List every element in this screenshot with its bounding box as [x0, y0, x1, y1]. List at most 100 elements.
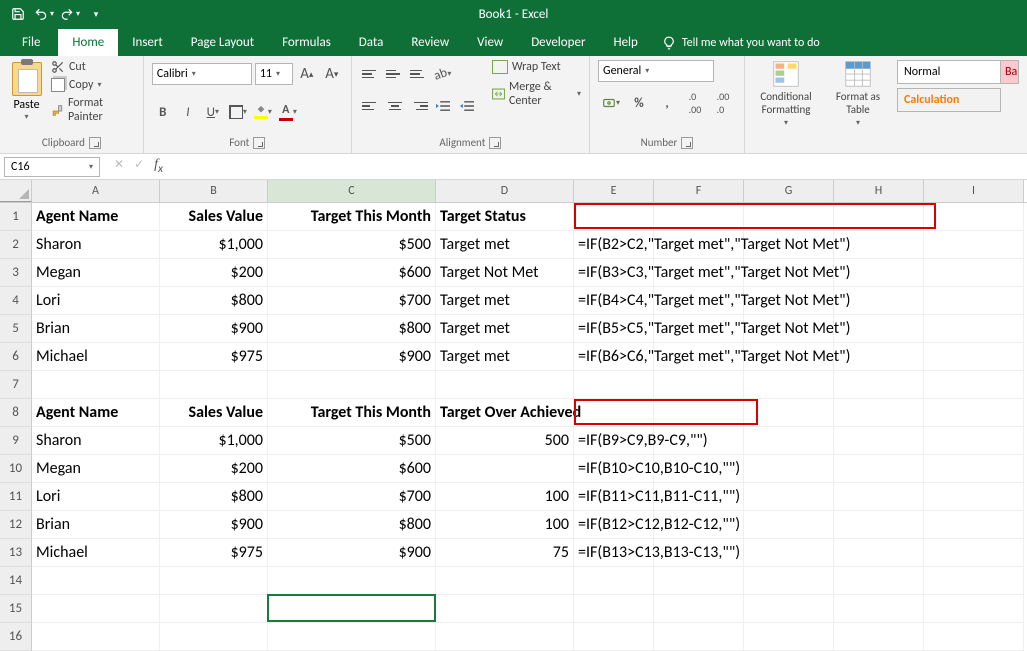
cell-C16[interactable]: [268, 623, 436, 651]
fill-color-button[interactable]: ▾: [252, 101, 274, 123]
cell-E12[interactable]: =IF(B12>C12,B12-C12,""): [574, 511, 654, 539]
cell-F15[interactable]: [654, 595, 744, 623]
column-header-E[interactable]: E: [574, 180, 654, 202]
align-middle-button[interactable]: [384, 63, 406, 85]
accounting-format-button[interactable]: ▾: [598, 92, 624, 114]
cell-C14[interactable]: [268, 567, 436, 595]
row-header[interactable]: 2: [0, 231, 32, 259]
cell-F14[interactable]: [654, 567, 744, 595]
tab-help[interactable]: Help: [599, 29, 651, 56]
save-button[interactable]: [6, 3, 30, 25]
tab-data[interactable]: Data: [345, 29, 398, 56]
row-header[interactable]: 14: [0, 567, 32, 595]
style-bad[interactable]: Ba: [1001, 60, 1019, 84]
dialog-launcher[interactable]: [489, 137, 501, 149]
cell-I12[interactable]: [924, 511, 1024, 539]
cell-E14[interactable]: [574, 567, 654, 595]
row-header[interactable]: 5: [0, 315, 32, 343]
cell-G8[interactable]: [744, 399, 834, 427]
cell-D5[interactable]: Target met: [436, 315, 574, 343]
copy-button[interactable]: Copy ▾: [51, 78, 135, 92]
cell-I5[interactable]: [924, 315, 1024, 343]
cell-I9[interactable]: [924, 427, 1024, 455]
cell-G9[interactable]: [744, 427, 834, 455]
cell-D8[interactable]: Target Over Achieved: [436, 399, 574, 427]
cell-C3[interactable]: $600: [268, 259, 436, 287]
merge-center-button[interactable]: Merge & Center▾: [492, 80, 581, 108]
cell-G14[interactable]: [744, 567, 834, 595]
tab-pagelayout[interactable]: Page Layout: [177, 29, 268, 56]
style-normal[interactable]: Normal: [897, 60, 1001, 84]
row-header[interactable]: 4: [0, 287, 32, 315]
cell-B14[interactable]: [160, 567, 268, 595]
cell-B16[interactable]: [160, 623, 268, 651]
cell-E15[interactable]: [574, 595, 654, 623]
underline-button[interactable]: U▾: [202, 101, 224, 123]
dialog-launcher[interactable]: [89, 137, 101, 149]
cell-B8[interactable]: Sales Value: [160, 399, 268, 427]
cell-I3[interactable]: [924, 259, 1024, 287]
font-color-button[interactable]: A▾: [277, 101, 299, 123]
tab-file[interactable]: File: [4, 29, 58, 56]
cut-button[interactable]: Cut: [51, 60, 135, 74]
cell-G11[interactable]: [744, 483, 834, 511]
cell-A15[interactable]: [32, 595, 160, 623]
cell-A6[interactable]: Michael: [32, 343, 160, 371]
row-header[interactable]: 9: [0, 427, 32, 455]
cell-C11[interactable]: $700: [268, 483, 436, 511]
tab-review[interactable]: Review: [397, 29, 463, 56]
cell-C10[interactable]: $600: [268, 455, 436, 483]
cell-A13[interactable]: Michael: [32, 539, 160, 567]
decrease-decimal-button[interactable]: .00.0: [710, 92, 736, 114]
conditional-formatting-button[interactable]: Conditional Formatting▾: [753, 60, 819, 128]
cell-G10[interactable]: [744, 455, 834, 483]
cell-B1[interactable]: Sales Value: [160, 203, 268, 231]
increase-indent-button[interactable]: [456, 95, 478, 117]
italic-button[interactable]: I: [177, 101, 199, 123]
cell-H15[interactable]: [834, 595, 924, 623]
font-name-combo[interactable]: Calibri▾: [152, 63, 252, 85]
row-header[interactable]: 11: [0, 483, 32, 511]
cell-C8[interactable]: Target This Month: [268, 399, 436, 427]
wrap-text-button[interactable]: Wrap Text: [492, 60, 581, 74]
cell-D2[interactable]: Target met: [436, 231, 574, 259]
cell-H10[interactable]: [834, 455, 924, 483]
cancel-formula-button[interactable]: ✕: [114, 157, 124, 176]
cell-H13[interactable]: [834, 539, 924, 567]
worksheet-grid[interactable]: ABCDEFGHI 1Agent NameSales ValueTarget T…: [0, 180, 1027, 651]
cell-C9[interactable]: $500: [268, 427, 436, 455]
cell-B6[interactable]: $975: [160, 343, 268, 371]
tell-me-search[interactable]: Tell me what you want to do: [652, 30, 830, 56]
cell-I7[interactable]: [924, 371, 1024, 399]
cell-C13[interactable]: $900: [268, 539, 436, 567]
border-button[interactable]: ▾: [227, 101, 249, 123]
row-header[interactable]: 10: [0, 455, 32, 483]
cell-C5[interactable]: $800: [268, 315, 436, 343]
cell-D3[interactable]: Target Not Met: [436, 259, 574, 287]
cell-D11[interactable]: 100: [436, 483, 574, 511]
cell-styles-gallery[interactable]: Normal Ba Calculation: [897, 60, 1019, 112]
row-header[interactable]: 8: [0, 399, 32, 427]
row-header[interactable]: 16: [0, 623, 32, 651]
cell-E1[interactable]: [574, 203, 654, 231]
row-header[interactable]: 7: [0, 371, 32, 399]
format-as-table-button[interactable]: Format as Table▾: [825, 60, 891, 128]
cell-F7[interactable]: [654, 371, 744, 399]
cell-H8[interactable]: [834, 399, 924, 427]
cell-A7[interactable]: [32, 371, 160, 399]
cell-E5[interactable]: =IF(B5>C5,"Target met","Target Not Met"): [574, 315, 654, 343]
cell-I10[interactable]: [924, 455, 1024, 483]
cell-C12[interactable]: $800: [268, 511, 436, 539]
cell-A16[interactable]: [32, 623, 160, 651]
orientation-button[interactable]: ab▾: [432, 63, 454, 85]
cell-B13[interactable]: $975: [160, 539, 268, 567]
align-top-button[interactable]: [360, 63, 382, 85]
increase-decimal-button[interactable]: .0.00: [682, 92, 708, 114]
cell-B4[interactable]: $800: [160, 287, 268, 315]
cell-D15[interactable]: [436, 595, 574, 623]
cell-D14[interactable]: [436, 567, 574, 595]
cell-E8[interactable]: [574, 399, 654, 427]
cell-B9[interactable]: $1,000: [160, 427, 268, 455]
column-header-I[interactable]: I: [924, 180, 1024, 202]
cell-B10[interactable]: $200: [160, 455, 268, 483]
